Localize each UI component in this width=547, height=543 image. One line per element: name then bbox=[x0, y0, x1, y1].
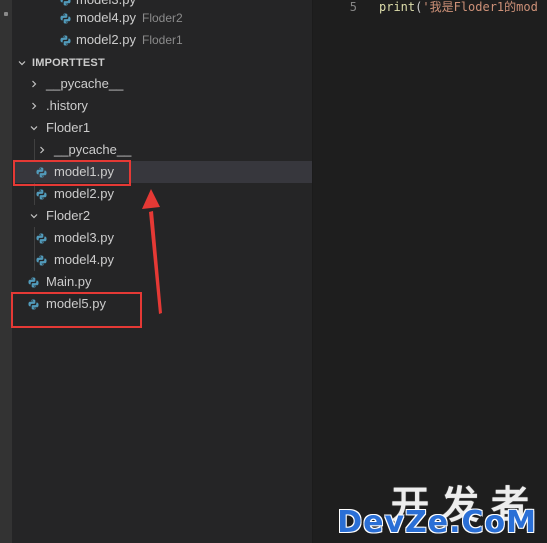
section-title: IMPORTTEST bbox=[32, 57, 105, 69]
tree-item-label: model2.py bbox=[54, 186, 114, 201]
tree-file-model2[interactable]: model2.py bbox=[36, 183, 306, 205]
tree-folder-floder1-pycache[interactable]: __pycache__ bbox=[38, 139, 308, 161]
tree-item-label: __pycache__ bbox=[54, 142, 132, 157]
code-function: print bbox=[379, 0, 416, 14]
python-file-icon bbox=[36, 189, 47, 200]
code-string: '我是Floder1的mod bbox=[422, 0, 538, 14]
watermark-logo: DevZe.CoM bbox=[337, 505, 537, 540]
tree-folder-pycache[interactable]: __pycache__ bbox=[30, 73, 310, 95]
open-editor-folder: Floder1 bbox=[141, 33, 183, 47]
tree-folder-history[interactable]: .history bbox=[30, 95, 310, 117]
tree-item-label: Floder2 bbox=[46, 208, 91, 223]
chevron-right-icon bbox=[30, 102, 38, 110]
line-number: 5 bbox=[349, 0, 357, 14]
chevron-right-icon bbox=[38, 146, 46, 154]
python-file-icon bbox=[36, 255, 47, 266]
tree-folder-floder2[interactable]: Floder2 bbox=[30, 205, 310, 227]
activity-bar bbox=[0, 0, 12, 543]
python-file-icon bbox=[60, 0, 71, 6]
tree-item-label: Main.py bbox=[46, 274, 92, 289]
activity-indicator bbox=[4, 12, 8, 16]
chevron-right-icon bbox=[30, 80, 38, 88]
tree-item-label: model3.py bbox=[54, 230, 114, 245]
tree-item-label: .history bbox=[46, 98, 88, 113]
indent-guide bbox=[34, 227, 35, 271]
annotation-arrow bbox=[142, 189, 162, 314]
explorer-section-header[interactable]: IMPORTTEST bbox=[12, 52, 312, 74]
python-file-icon bbox=[28, 277, 39, 288]
tree-file-model4[interactable]: model4.py bbox=[36, 249, 306, 271]
open-editor-label: model2.py bbox=[76, 32, 136, 47]
python-file-icon bbox=[60, 35, 71, 46]
tree-item-label: __pycache__ bbox=[46, 76, 124, 91]
open-editor-folder: Floder2 bbox=[141, 11, 183, 25]
python-file-icon bbox=[36, 233, 47, 244]
code-editor[interactable]: 5 print('我是Floder1的mod bbox=[313, 0, 547, 543]
chevron-down-icon bbox=[30, 124, 38, 132]
tree-folder-floder1[interactable]: Floder1 bbox=[30, 117, 310, 139]
chevron-down-icon bbox=[30, 212, 38, 220]
open-editor-label: model4.py bbox=[76, 10, 136, 25]
tree-item-label: model4.py bbox=[54, 252, 114, 267]
code-line: print('我是Floder1的mod bbox=[379, 0, 538, 17]
python-file-icon bbox=[60, 13, 71, 24]
annotation-box-model5 bbox=[11, 292, 142, 328]
annotation-box-model1 bbox=[13, 160, 131, 186]
tree-item-label: Floder1 bbox=[46, 120, 91, 135]
tree-file-model3[interactable]: model3.py bbox=[36, 227, 306, 249]
chevron-down-icon bbox=[18, 59, 26, 67]
